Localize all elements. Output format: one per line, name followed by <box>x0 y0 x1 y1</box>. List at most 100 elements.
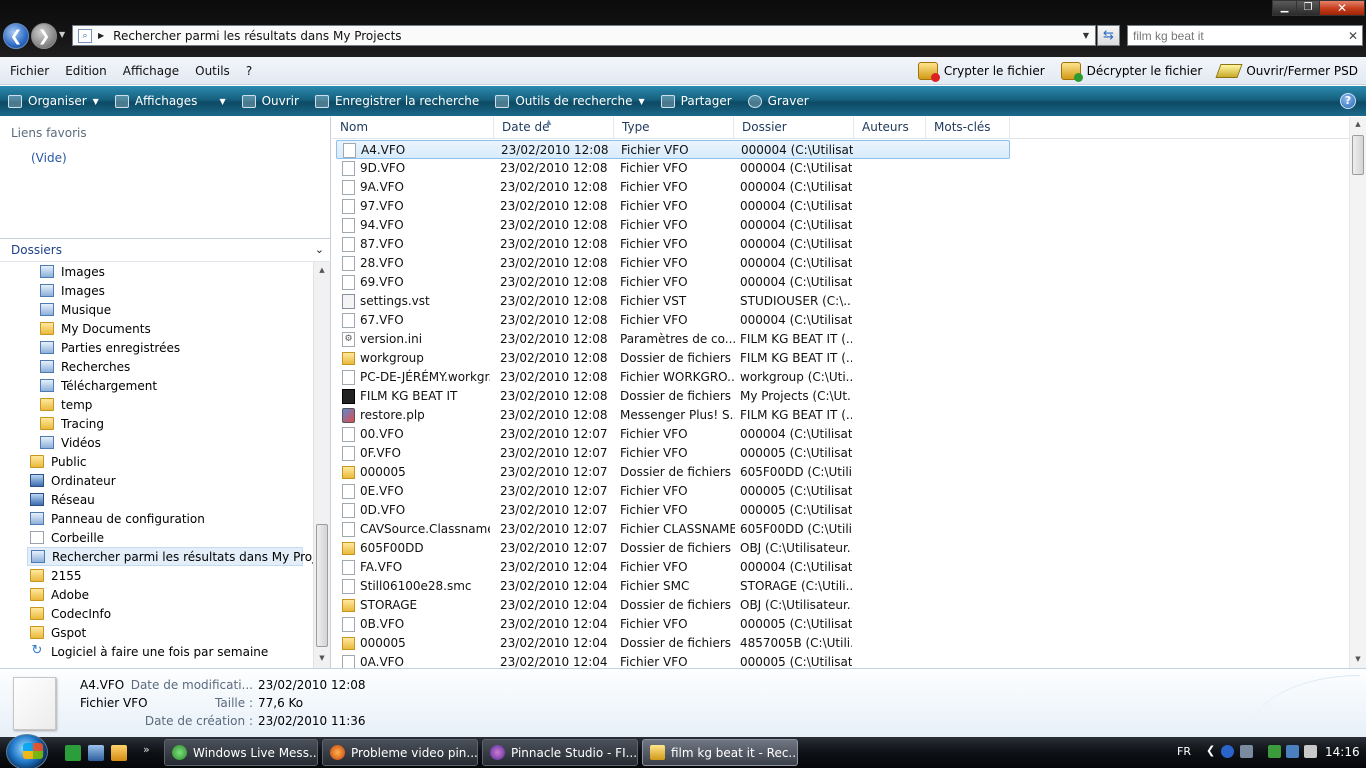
file-list-scrollbar[interactable]: ▲ ▼ <box>1349 117 1366 668</box>
column-header-keywords[interactable]: Mots-clés <box>926 117 1010 139</box>
scrollbar-thumb[interactable] <box>316 524 328 647</box>
tree-item[interactable]: Gspot <box>30 623 86 642</box>
file-row[interactable]: A4.VFO 23/02/2010 12:08 Fichier VFO 000004 … <box>336 140 1010 159</box>
file-row[interactable]: 00.VFO 23/02/2010 12:07 Fichier VFO 000004 … <box>336 425 1010 444</box>
save-search-button[interactable]: Enregistrer la recherche <box>307 94 487 108</box>
file-row[interactable]: 87.VFO 23/02/2010 12:08 Fichier VFO 000004 … <box>336 235 1010 254</box>
taskbar-button-firefox[interactable]: Probleme video pin... <box>322 739 478 766</box>
tree-item[interactable]: Images <box>40 281 105 300</box>
quicklaunch-desktop-icon[interactable] <box>88 745 104 761</box>
file-row[interactable]: CAVSource.Classname 23/02/2010 12:07 Fichi… <box>336 520 1010 539</box>
file-row[interactable]: 000005 23/02/2010 12:04 Dossier de fichier… <box>336 634 1010 653</box>
address-text[interactable]: Rechercher parmi les résultats dans My P… <box>113 29 1077 43</box>
folders-header[interactable]: Dossiers ⌄ <box>0 238 331 262</box>
help-icon[interactable]: ? <box>1340 93 1356 109</box>
file-row[interactable]: 67.VFO 23/02/2010 12:08 Fichier VFO 000004 … <box>336 311 1010 330</box>
menu-edition[interactable]: Edition <box>57 64 115 78</box>
tree-item[interactable]: Corbeille <box>30 528 104 547</box>
quicklaunch-excel-icon[interactable] <box>65 745 81 761</box>
decrypt-file-button[interactable]: Décrypter le fichier <box>1053 62 1211 82</box>
burn-button[interactable]: Graver <box>740 94 817 108</box>
file-row[interactable]: 605F00DD 23/02/2010 12:07 Dossier de fichi… <box>336 539 1010 558</box>
file-row[interactable]: settings.vst 23/02/2010 12:08 Fichier VST S… <box>336 292 1010 311</box>
tree-item[interactable]: Rechercher parmi les résultats dans My P… <box>27 547 313 566</box>
tray-excel-icon[interactable] <box>1268 745 1281 758</box>
search-input[interactable] <box>1133 28 1344 43</box>
file-row[interactable]: 0B.VFO 23/02/2010 12:04 Fichier VFO 000005 … <box>336 615 1010 634</box>
address-bar[interactable]: ⌕ ▶ Rechercher parmi les résultats dans … <box>72 25 1096 46</box>
minimize-button[interactable]: ▁ <box>1272 0 1297 16</box>
taskbar-button-pinnacle[interactable]: Pinnacle Studio - FI... <box>482 739 638 766</box>
tree-item[interactable]: Réseau <box>30 490 95 509</box>
tree-item[interactable]: temp <box>40 395 92 414</box>
file-row[interactable]: 97.VFO 23/02/2010 12:08 Fichier VFO 000004 … <box>336 197 1010 216</box>
tree-item[interactable]: 2155 <box>30 566 82 585</box>
address-dropdown-icon[interactable]: ▼ <box>1077 31 1095 40</box>
menu-fichier[interactable]: Fichier <box>0 64 57 78</box>
maximize-button[interactable]: ❐ <box>1296 0 1320 16</box>
file-row[interactable]: 0F.VFO 23/02/2010 12:07 Fichier VFO 000005 … <box>336 444 1010 463</box>
file-row[interactable]: 0D.VFO 23/02/2010 12:07 Fichier VFO 000005 … <box>336 501 1010 520</box>
share-button[interactable]: Partager <box>653 94 740 108</box>
history-dropdown-icon[interactable]: ▼ <box>59 30 65 39</box>
taskbar-button-explorer[interactable]: film kg beat it - Rec... <box>642 739 798 766</box>
organize-button[interactable]: Organiser ▼ <box>0 94 107 108</box>
tree-item[interactable]: Public <box>30 452 87 471</box>
column-header-date[interactable]: ▲Date de modificati... <box>494 117 614 155</box>
tree-item[interactable]: Musique <box>40 300 111 319</box>
tree-item[interactable]: Téléchargement <box>40 376 157 395</box>
tree-item[interactable]: Panneau de configuration <box>30 509 205 528</box>
menu-outils[interactable]: Outils <box>187 64 238 78</box>
refresh-button[interactable]: ⇆ <box>1097 25 1120 46</box>
file-row[interactable]: 94.VFO 23/02/2010 12:08 Fichier VFO 000004 … <box>336 216 1010 235</box>
file-row[interactable]: FILM KG BEAT IT 23/02/2010 12:08 Dossier d… <box>336 387 1010 406</box>
tree-item[interactable]: My Documents <box>40 319 151 338</box>
tree-item[interactable]: CodecInfo <box>30 604 111 623</box>
file-row[interactable]: STORAGE 23/02/2010 12:04 Dossier de fichie… <box>336 596 1010 615</box>
tree-item[interactable]: Ordinateur <box>30 471 116 490</box>
tray-volume-icon[interactable] <box>1304 745 1317 758</box>
system-clock[interactable]: 14:16 <box>1325 745 1360 759</box>
scroll-down-icon[interactable]: ▼ <box>314 654 330 662</box>
quicklaunch-more-icon[interactable]: » <box>143 743 150 756</box>
views-button[interactable]: Affichages ▼ <box>107 94 234 108</box>
folder-tree-scrollbar[interactable]: ▲ ▼ <box>313 262 330 668</box>
tree-item[interactable]: Parties enregistrées <box>40 338 180 357</box>
tree-item[interactable]: Adobe <box>30 585 89 604</box>
start-button[interactable] <box>6 734 48 768</box>
file-row[interactable]: 28.VFO 23/02/2010 12:08 Fichier VFO 000004 … <box>336 254 1010 273</box>
tray-usb-icon[interactable] <box>1240 745 1253 758</box>
scroll-up-icon[interactable]: ▲ <box>1350 120 1366 128</box>
menu-affichage[interactable]: Affichage <box>115 64 187 78</box>
clear-search-icon[interactable]: ✕ <box>1344 29 1362 43</box>
chevron-down-icon[interactable]: ⌄ <box>315 243 324 256</box>
tree-item[interactable]: Tracing <box>40 414 104 433</box>
column-header-name[interactable]: Nom <box>332 117 494 139</box>
forward-button[interactable]: ❯ <box>31 23 57 49</box>
file-row[interactable]: 9D.VFO 23/02/2010 12:08 Fichier VFO 000004 … <box>336 159 1010 178</box>
file-row[interactable]: 0A.VFO 23/02/2010 12:04 Fichier VFO 000005 … <box>336 653 1010 668</box>
scroll-up-icon[interactable]: ▲ <box>314 266 330 274</box>
back-button[interactable]: ❮ <box>3 23 29 49</box>
file-row[interactable]: FA.VFO 23/02/2010 12:04 Fichier VFO 000004 … <box>336 558 1010 577</box>
search-tools-button[interactable]: Outils de recherche ▼ <box>487 94 652 108</box>
column-header-authors[interactable]: Auteurs <box>854 117 926 139</box>
tree-item[interactable]: Vidéos <box>40 433 101 452</box>
file-row[interactable]: 69.VFO 23/02/2010 12:08 Fichier VFO 000004 … <box>336 273 1010 292</box>
tree-item[interactable]: Recherches <box>40 357 130 376</box>
column-header-folder[interactable]: Dossier <box>734 117 854 139</box>
menu-help[interactable]: ? <box>238 64 260 78</box>
file-row[interactable]: ⚙ version.ini 23/02/2010 12:08 Paramètres d… <box>336 330 1010 349</box>
file-row[interactable]: workgroup 23/02/2010 12:08 Dossier de fich… <box>336 349 1010 368</box>
close-button[interactable]: ✕ <box>1319 0 1365 16</box>
quicklaunch-explorer-icon[interactable] <box>111 745 127 761</box>
open-close-psd-button[interactable]: Ouvrir/Fermer PSD <box>1210 64 1366 78</box>
column-header-type[interactable]: Type <box>614 117 734 139</box>
language-indicator[interactable]: FR <box>1177 745 1191 758</box>
breadcrumb-arrow-icon[interactable]: ▶ <box>98 31 104 40</box>
file-row[interactable]: 000005 23/02/2010 12:07 Dossier de fichier… <box>336 463 1010 482</box>
file-row[interactable]: restore.plp 23/02/2010 12:08 Messenger Plu… <box>336 406 1010 425</box>
file-row[interactable]: 9A.VFO 23/02/2010 12:08 Fichier VFO 000004 … <box>336 178 1010 197</box>
scroll-down-icon[interactable]: ▼ <box>1350 655 1366 663</box>
open-button[interactable]: Ouvrir <box>234 94 307 108</box>
